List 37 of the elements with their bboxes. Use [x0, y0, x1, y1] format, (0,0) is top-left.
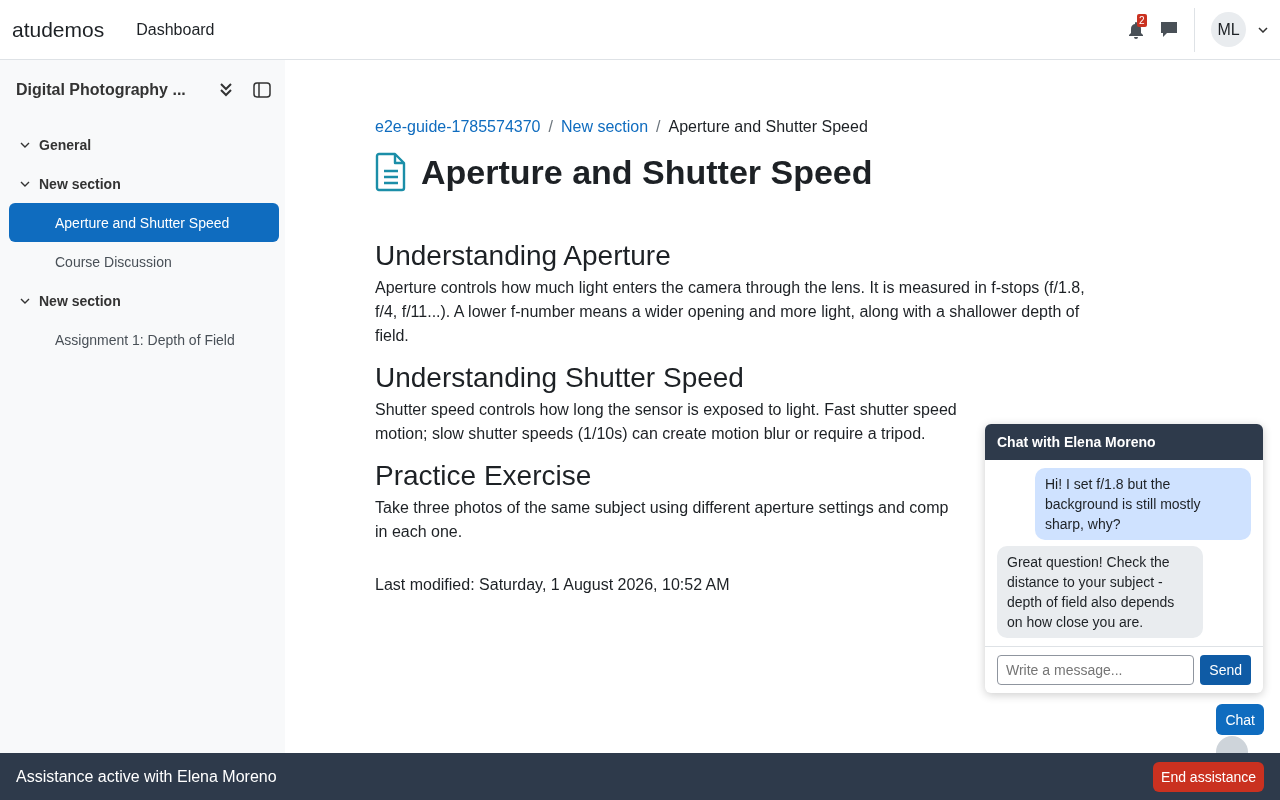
page-title: Aperture and Shutter Speed — [421, 152, 873, 192]
notification-count: 2 — [1137, 13, 1147, 27]
breadcrumb-link[interactable]: e2e-guide-1785574370 — [375, 118, 541, 136]
paragraph: Take three photos of the same subject using different aperture settings and comp in each one. — [375, 498, 949, 542]
section-heading: Understanding Shutter Speed — [375, 362, 744, 394]
last-modified-text: Last modified: Saturday, 1 August 2026, 10:52 AM — [375, 576, 730, 594]
message-input[interactable]: Write a message... — [997, 655, 1195, 685]
sidebar-item[interactable]: Assignment 1: Depth of Field — [9, 320, 279, 359]
section-heading: Understanding Aperture — [375, 240, 671, 272]
paragraph: Shutter speed controls how long the sensor is exposed to light. Fast shutter speed motion; slow shutter speeds (1/10s) can create motion blur or require a tripod. — [375, 400, 957, 444]
breadcrumb-separator: / — [548, 118, 553, 136]
section-heading: Practice Exercise — [375, 460, 592, 492]
chat-message: Hi! I set f/1.8 but the background is still mostly sharp, why? — [1035, 468, 1251, 540]
section-title[interactable]: New section — [39, 175, 121, 192]
chat-button[interactable]: Chat — [1216, 704, 1264, 735]
chat-title: Chat with Elena Moreno — [985, 424, 1263, 460]
document-icon — [375, 152, 407, 192]
sidebar-toggle-icon[interactable] — [253, 82, 271, 98]
send-button[interactable]: Send — [1200, 655, 1251, 685]
assistance-status: Assistance active with Elena Moreno — [16, 767, 277, 786]
section-title[interactable]: General — [39, 136, 92, 153]
section-title[interactable]: New section — [39, 292, 121, 309]
site-brand[interactable]: atudemos — [12, 17, 105, 42]
breadcrumb-current: Aperture and Shutter Speed — [668, 118, 868, 136]
paragraph: Aperture controls how much light enters the camera through the lens. It is measured in f-stops (f/1.8, f/4, f/11...). A lower f-number means a wider opening and more light, along with a shallower depth of field. — [375, 278, 1085, 346]
user-avatar[interactable]: ML — [1211, 12, 1246, 47]
caret-icon[interactable] — [1258, 26, 1268, 33]
breadcrumb-link[interactable]: New section — [560, 118, 649, 136]
sidebar-item[interactable]: Course Discussion — [9, 242, 279, 281]
nav-link[interactable]: Dashboard — [136, 20, 215, 39]
breadcrumb-separator: / — [656, 118, 661, 136]
end-assistance-button[interactable]: End assistance — [1153, 761, 1264, 792]
collapse-all-icon[interactable] — [219, 82, 233, 98]
sidebar-item[interactable]: Aperture and Shutter Speed — [9, 203, 279, 242]
chat-message: Great question! Check the distance to your subject - depth of field also depends on how close you are. — [997, 546, 1203, 638]
message-icon[interactable] — [1160, 21, 1178, 38]
course-title[interactable]: Digital Photography ... — [16, 81, 199, 99]
